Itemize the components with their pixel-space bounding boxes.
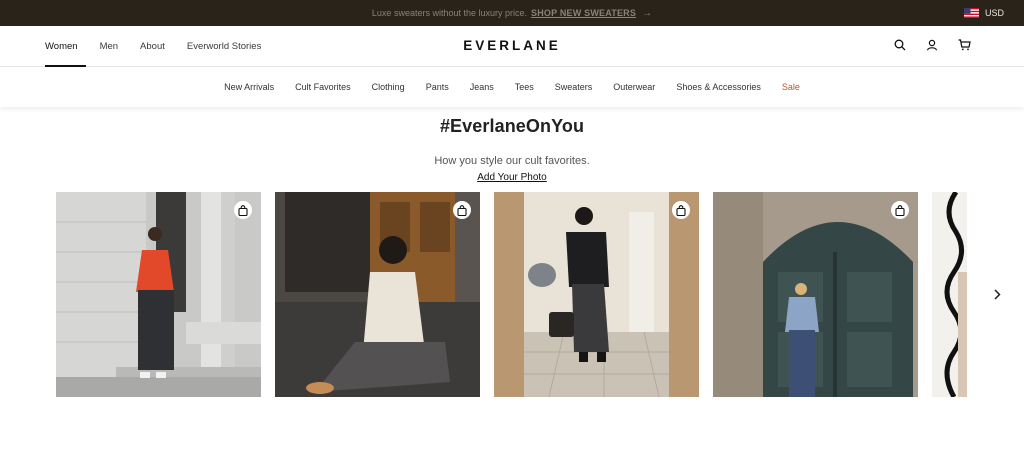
section-title: #EverlaneOnYou bbox=[439, 116, 585, 136]
account-icon[interactable] bbox=[924, 37, 940, 53]
photo-woman-cream-sweater bbox=[275, 192, 480, 397]
photo-woman-red-jacket bbox=[56, 192, 261, 397]
currency-label: USD bbox=[984, 8, 1004, 18]
category-tees[interactable]: Tees bbox=[515, 82, 534, 92]
shopping-bag-icon bbox=[238, 204, 248, 216]
category-sweaters[interactable]: Sweaters bbox=[555, 82, 593, 92]
main-header: Women Men About Everworld Stories EVERLA… bbox=[0, 26, 1024, 67]
shop-look-button[interactable] bbox=[453, 201, 471, 219]
us-flag-icon bbox=[963, 8, 979, 18]
shopping-bag-icon bbox=[676, 204, 686, 216]
promo-link[interactable]: SHOP NEW SWEATERS bbox=[531, 8, 636, 18]
shop-look-button[interactable] bbox=[891, 201, 909, 219]
ugc-photo[interactable] bbox=[494, 192, 699, 397]
category-clothing[interactable]: Clothing bbox=[372, 82, 405, 92]
add-photo-link[interactable]: Add Your Photo bbox=[0, 172, 1024, 183]
brand-logo[interactable]: EVERLANE bbox=[0, 38, 1024, 53]
ugc-photo[interactable] bbox=[713, 192, 918, 397]
chevron-right-icon bbox=[994, 288, 1001, 300]
category-pants[interactable]: Pants bbox=[426, 82, 449, 92]
promo-text: Luxe sweaters without the luxury price. bbox=[371, 8, 527, 18]
header-icons bbox=[892, 37, 972, 53]
photo-woman-mirror-selfie bbox=[494, 192, 699, 397]
promo-bar: Luxe sweaters without the luxury price. … bbox=[0, 0, 1024, 26]
category-jeans[interactable]: Jeans bbox=[470, 82, 494, 92]
shopping-bag-icon bbox=[895, 204, 905, 216]
shop-look-button[interactable] bbox=[234, 201, 252, 219]
ugc-photo[interactable] bbox=[275, 192, 480, 397]
category-cult-favorites[interactable]: Cult Favorites bbox=[295, 82, 351, 92]
category-outerwear[interactable]: Outerwear bbox=[613, 82, 655, 92]
category-nav: New Arrivals Cult Favorites Clothing Pan… bbox=[0, 67, 1024, 107]
category-shoes-accessories[interactable]: Shoes & Accessories bbox=[676, 82, 761, 92]
ugc-photo[interactable] bbox=[56, 192, 261, 397]
photo-wavy-mirror bbox=[932, 192, 967, 397]
category-new-arrivals[interactable]: New Arrivals bbox=[224, 82, 274, 92]
cart-icon[interactable] bbox=[956, 37, 972, 53]
ugc-carousel bbox=[56, 192, 967, 397]
photo-woman-arched-door bbox=[713, 192, 918, 397]
currency-selector[interactable]: USD bbox=[963, 0, 1004, 26]
category-sale[interactable]: Sale bbox=[782, 82, 800, 92]
shopping-bag-icon bbox=[457, 204, 467, 216]
arrow-right-icon[interactable]: → bbox=[642, 8, 652, 19]
ugc-photo[interactable] bbox=[932, 192, 967, 397]
section-subtitle: How you style our cult favorites. bbox=[434, 155, 590, 167]
search-icon[interactable] bbox=[892, 37, 908, 53]
add-photo-label[interactable]: Add Your Photo bbox=[477, 172, 547, 183]
carousel-next-button[interactable] bbox=[988, 285, 1006, 303]
shop-look-button[interactable] bbox=[672, 201, 690, 219]
